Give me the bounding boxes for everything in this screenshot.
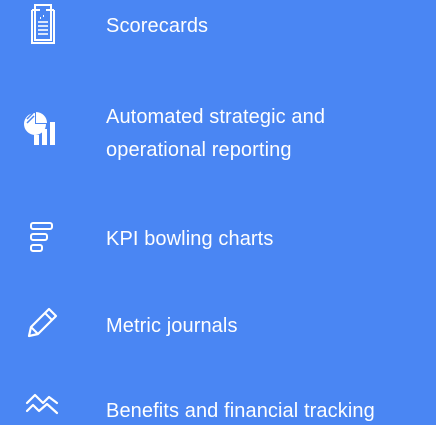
feature-item-kpi-bowling-charts[interactable]: KPI bowling charts [0,208,436,268]
feature-item-benefits-financial-tracking[interactable]: Benefits and financial tracking [0,384,436,425]
feature-list: Scorecards Automated strategic and opera… [0,0,436,425]
pie-bar-chart-icon [20,106,64,150]
pencil-icon [20,301,64,345]
feature-label-metric-journals: Metric journals [106,315,238,337]
feature-label-benefits-financial-tracking: Benefits and financial tracking [106,400,375,422]
trend-lines-icon [20,386,64,420]
feature-item-automated-reporting[interactable]: Automated strategic and operational repo… [0,100,436,170]
feature-label-automated-reporting-line1: Automated strategic and [106,106,326,128]
feature-label-scorecards: Scorecards [106,15,209,37]
feature-label-kpi-bowling-charts: KPI bowling charts [106,228,274,250]
bowling-chart-icon [20,216,64,260]
feature-item-scorecards[interactable]: Scorecards [0,0,436,60]
scorecard-document-icon [20,3,64,47]
feature-item-metric-journals[interactable]: Metric journals [0,293,436,353]
feature-label-automated-reporting-line2: operational reporting [106,139,292,161]
